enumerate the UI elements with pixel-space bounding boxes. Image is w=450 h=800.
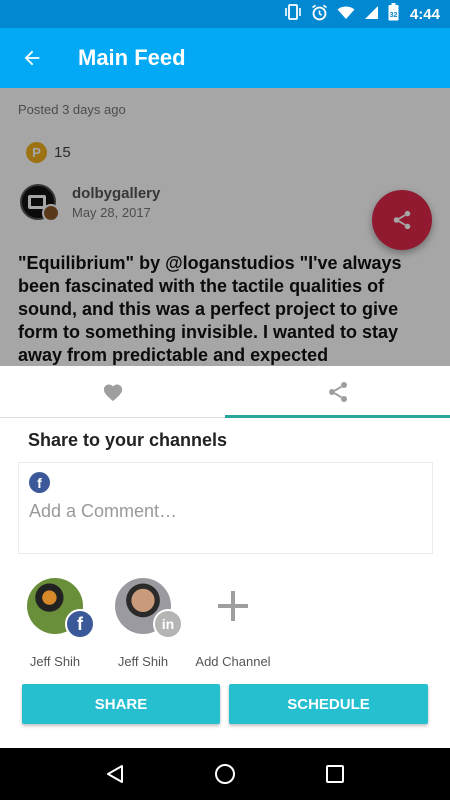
vibrate-icon bbox=[284, 4, 302, 24]
back-button[interactable] bbox=[0, 28, 64, 88]
arrow-left-icon bbox=[24, 50, 40, 66]
facebook-badge-icon: f bbox=[65, 609, 95, 639]
back-triangle-icon bbox=[107, 765, 123, 783]
nav-back-button[interactable] bbox=[95, 754, 135, 794]
plus-icon bbox=[218, 591, 248, 621]
add-channel-button[interactable]: Add Channel bbox=[188, 578, 278, 669]
status-bar: 32 4:44 bbox=[0, 0, 450, 28]
channel-jeff-linkedin[interactable]: in Jeff Shih bbox=[98, 578, 188, 669]
add-channel-pic bbox=[205, 578, 261, 634]
channel-name: Jeff Shih bbox=[117, 654, 169, 669]
tab-share[interactable] bbox=[225, 366, 450, 417]
signal-icon bbox=[364, 5, 379, 24]
comment-box: f bbox=[18, 462, 433, 554]
wifi-icon bbox=[337, 5, 355, 24]
linkedin-badge-icon: in bbox=[153, 609, 183, 639]
schedule-button[interactable]: SCHEDULE bbox=[229, 684, 428, 724]
home-circle-icon bbox=[215, 764, 235, 784]
tab-like[interactable] bbox=[0, 366, 225, 417]
share-button[interactable]: SHARE bbox=[22, 684, 220, 724]
share-icon bbox=[328, 381, 347, 402]
clock: 4:44 bbox=[409, 5, 440, 23]
system-nav-bar bbox=[0, 748, 450, 800]
share-sheet: Share to your channels f f Jeff Shih in … bbox=[0, 366, 450, 748]
channel-jeff-facebook[interactable]: f Jeff Shih bbox=[10, 578, 100, 669]
active-tab-indicator bbox=[225, 415, 450, 418]
nav-home-button[interactable] bbox=[205, 754, 245, 794]
page-title: Main Feed bbox=[78, 45, 186, 70]
add-channel-label: Add Channel bbox=[195, 654, 271, 669]
heart-icon bbox=[103, 383, 122, 401]
svg-text:32: 32 bbox=[390, 12, 398, 19]
comment-input[interactable] bbox=[29, 501, 419, 522]
alarm-icon bbox=[311, 4, 328, 25]
channel-name: Jeff Shih bbox=[29, 654, 81, 669]
modal-scrim[interactable] bbox=[0, 88, 450, 366]
facebook-icon: f bbox=[29, 472, 50, 493]
channel-avatar: in bbox=[115, 578, 183, 639]
battery-icon: 32 bbox=[388, 3, 399, 25]
nav-recents-button[interactable] bbox=[315, 754, 355, 794]
share-title: Share to your channels bbox=[28, 430, 228, 450]
screen: 32 4:44 Main Feed Posted 3 days ago P 15… bbox=[0, 0, 450, 800]
recents-square-icon bbox=[326, 765, 344, 783]
sheet-tabs bbox=[0, 366, 450, 418]
channel-avatar: f bbox=[27, 578, 95, 639]
app-bar: Main Feed bbox=[0, 28, 450, 88]
